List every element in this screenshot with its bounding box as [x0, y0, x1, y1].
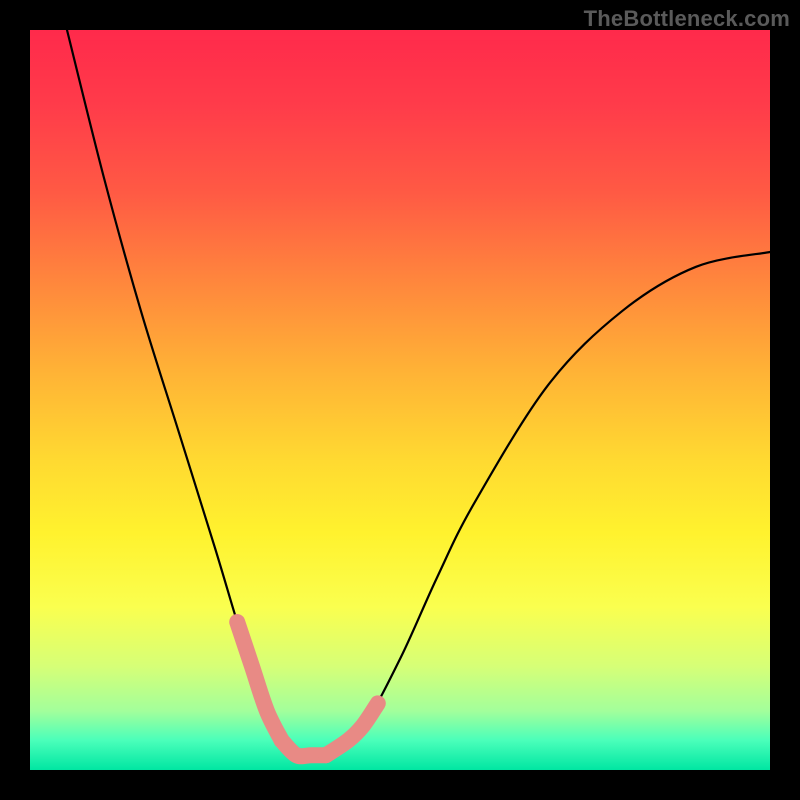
highlight-band-left [237, 622, 281, 740]
highlight-band-right [326, 703, 378, 755]
bottleneck-curve [67, 30, 770, 757]
chart-frame: TheBottleneck.com [0, 0, 800, 800]
plot-area [30, 30, 770, 770]
watermark-text: TheBottleneck.com [584, 6, 790, 32]
curve-layer [30, 30, 770, 770]
